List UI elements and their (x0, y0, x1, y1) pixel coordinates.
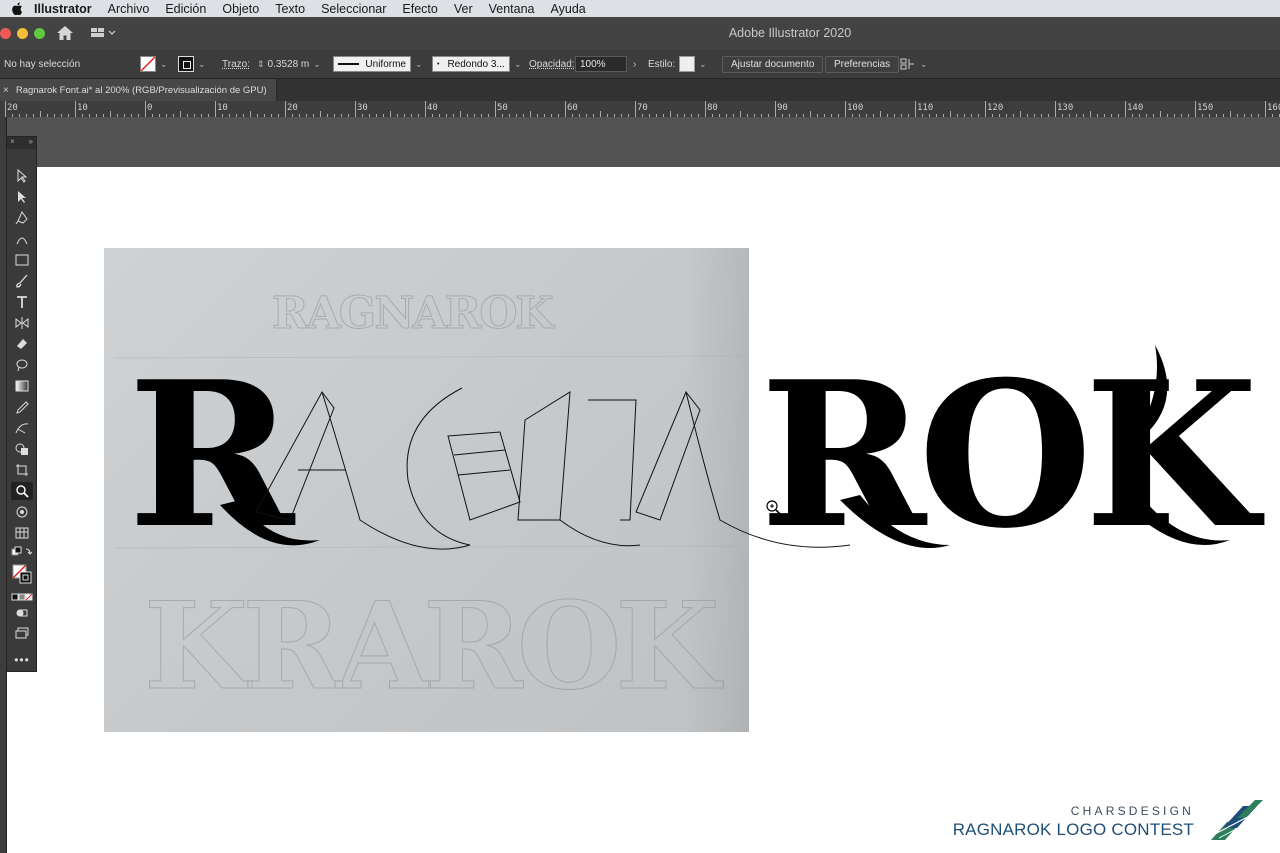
fill-stroke-indicator[interactable] (11, 563, 33, 585)
paintbrush-tool-icon[interactable] (11, 272, 33, 290)
curvature-tool-icon[interactable] (11, 230, 33, 248)
default-colors-icon[interactable] (11, 543, 33, 561)
reflect-tool-icon[interactable] (11, 314, 33, 332)
zoom-tool-icon[interactable] (11, 482, 33, 500)
shape-builder-tool-icon[interactable] (11, 440, 33, 458)
tools-panel-header[interactable]: ×» (7, 137, 36, 149)
logo-artwork[interactable]: R ROK (0, 0, 1280, 853)
artboard-tool-icon[interactable] (11, 461, 33, 479)
gradient-tool-icon[interactable] (11, 377, 33, 395)
collapse-panel-icon[interactable]: » (29, 137, 33, 149)
eyedropper-tool-icon[interactable] (11, 398, 33, 416)
tools-panel: ×» ••• (6, 136, 37, 672)
more-tools-icon[interactable]: ••• (11, 651, 33, 669)
draw-mode-icon[interactable] (11, 604, 33, 622)
close-panel-icon[interactable]: × (10, 137, 15, 149)
direct-selection-tool-icon[interactable] (11, 188, 33, 206)
rectangle-tool-icon[interactable] (11, 251, 33, 269)
blend-tool-icon[interactable] (11, 419, 33, 437)
brand-contest-title: RAGNAROK LOGO CONTEST (952, 820, 1194, 839)
eraser-tool-icon[interactable] (11, 335, 33, 353)
selection-tool-icon[interactable] (11, 167, 33, 185)
symbol-sprayer-tool-icon[interactable] (11, 503, 33, 521)
brand-name: CHARSDESIGN (1070, 804, 1194, 818)
type-tool-icon[interactable] (11, 293, 33, 311)
charsdesign-logo (1211, 800, 1263, 840)
screen-mode-icon[interactable] (11, 624, 33, 642)
graph-tool-icon[interactable] (11, 524, 33, 542)
pen-tool-icon[interactable] (11, 209, 33, 227)
lasso-tool-icon[interactable] (11, 356, 33, 374)
